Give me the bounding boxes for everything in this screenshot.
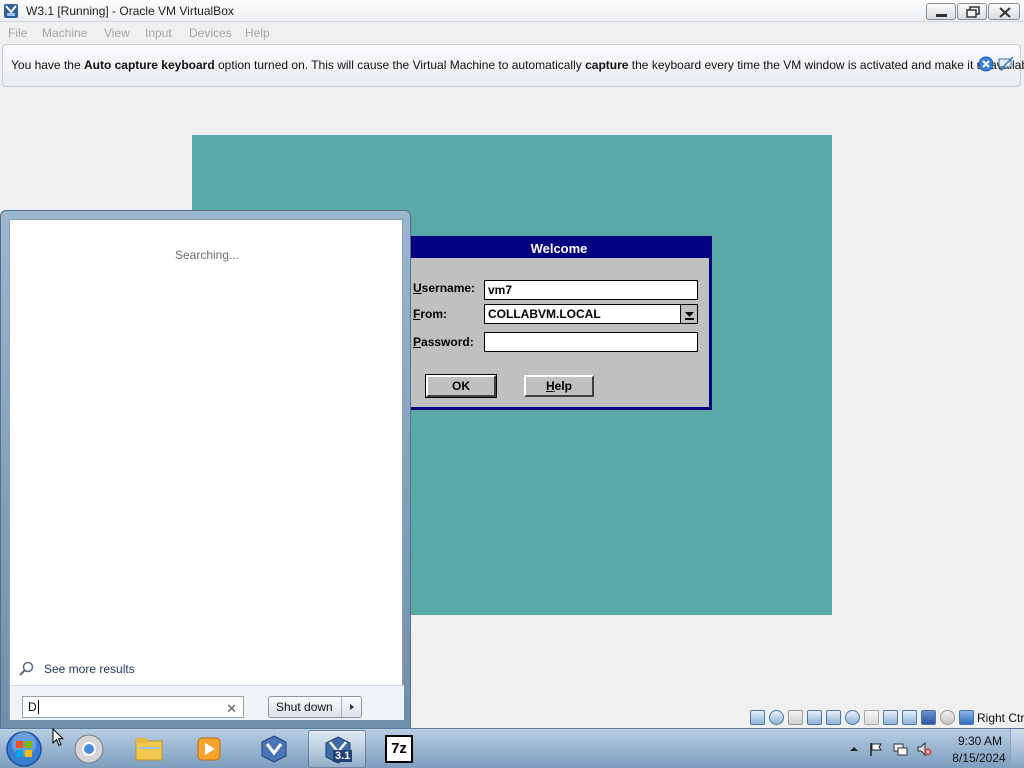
shared-folder-icon[interactable] bbox=[864, 710, 879, 725]
from-dropdown[interactable]: COLLABVM.LOCAL bbox=[484, 304, 698, 324]
dropdown-arrow-icon[interactable] bbox=[680, 305, 697, 323]
host-key-label: Right Ctrl bbox=[977, 711, 1024, 725]
network-tray-icon[interactable] bbox=[892, 741, 908, 757]
shut-down-button[interactable]: Shut down bbox=[268, 696, 362, 718]
taskbar-chrome[interactable] bbox=[60, 730, 118, 768]
auto-capture-notice: You have the Auto capture keyboard optio… bbox=[2, 44, 1024, 87]
mouse-cursor-icon bbox=[52, 728, 64, 747]
volume-muted-icon[interactable] bbox=[916, 741, 932, 757]
from-dropdown-value: COLLABVM.LOCAL bbox=[488, 307, 601, 321]
window-titlebar: W3.1 [Running] - Oracle VM VirtualBox bbox=[0, 0, 1024, 22]
welcome-dialog: Welcome Username: vm7 From: COLLABVM.LOC… bbox=[406, 236, 712, 410]
shut-down-label: Shut down bbox=[276, 700, 333, 714]
search-input-value: D bbox=[28, 700, 37, 714]
minimize-button[interactable] bbox=[926, 3, 956, 20]
vm-w31-badge: 3.1 bbox=[333, 750, 353, 762]
start-search-input[interactable]: D ✕ bbox=[22, 696, 244, 718]
usb-icon[interactable] bbox=[845, 710, 860, 725]
menu-bar: File Machine View Input Devices Help bbox=[0, 22, 1024, 43]
media-player-icon bbox=[197, 737, 221, 761]
restore-icon bbox=[966, 6, 980, 18]
start-menu-bottom-bar: D ✕ Shut down bbox=[10, 685, 404, 720]
taskbar-vm-w31[interactable]: 3.1 bbox=[308, 730, 366, 768]
menu-help[interactable]: Help bbox=[245, 26, 270, 40]
menu-file[interactable]: File bbox=[8, 26, 27, 40]
menu-devices[interactable]: Devices bbox=[189, 26, 232, 40]
menu-input[interactable]: Input bbox=[145, 26, 172, 40]
help-button[interactable]: Help bbox=[524, 375, 594, 397]
menu-machine[interactable]: Machine bbox=[42, 26, 87, 40]
network-icon[interactable] bbox=[826, 710, 841, 725]
ok-button[interactable]: OK bbox=[425, 374, 497, 398]
start-menu-results-panel: Searching... See more results D ✕ Shut d… bbox=[9, 219, 404, 720]
action-center-flag-icon[interactable] bbox=[868, 741, 884, 757]
optical-icon[interactable] bbox=[769, 710, 784, 725]
floppy-icon[interactable] bbox=[788, 710, 803, 725]
chrome-icon bbox=[74, 734, 104, 764]
vbox-status-bar: Right Ctrl bbox=[740, 708, 1024, 728]
magnifier-icon bbox=[19, 661, 34, 676]
taskbar-media-player[interactable] bbox=[180, 730, 238, 768]
username-label: Username: bbox=[413, 281, 476, 295]
7zip-icon: 7z bbox=[385, 735, 413, 763]
close-button[interactable] bbox=[988, 3, 1020, 20]
show-desktop-button[interactable] bbox=[1010, 729, 1024, 768]
show-hidden-icons-icon[interactable] bbox=[846, 741, 862, 757]
see-more-results-text: See more results bbox=[44, 662, 135, 676]
virtualbox-icon bbox=[4, 4, 18, 18]
display-icon[interactable] bbox=[883, 710, 898, 725]
start-button[interactable] bbox=[4, 730, 44, 768]
system-tray: 9:30 AM 8/15/2024 bbox=[840, 729, 1024, 768]
windows-taskbar: 3.1 7z 9:30 AM 8/15/2024 bbox=[0, 728, 1024, 768]
search-status: Searching... bbox=[174, 248, 240, 262]
notice-close-icon[interactable] bbox=[978, 56, 994, 72]
welcome-dialog-title: Welcome bbox=[409, 239, 709, 258]
chevron-right-icon bbox=[350, 704, 354, 710]
video-capture-icon[interactable] bbox=[902, 710, 917, 725]
audio-icon[interactable] bbox=[807, 710, 822, 725]
clock-time[interactable]: 9:30 AM bbox=[950, 734, 1010, 748]
window-title: W3.1 [Running] - Oracle VM VirtualBox bbox=[26, 4, 234, 18]
hdd-icon[interactable] bbox=[750, 710, 765, 725]
taskbar-explorer[interactable] bbox=[120, 730, 178, 768]
notice-mute-icon[interactable] bbox=[997, 56, 1015, 72]
host-key-icon[interactable] bbox=[959, 710, 974, 725]
shut-down-options-arrow[interactable] bbox=[341, 697, 361, 717]
clock-date[interactable]: 8/15/2024 bbox=[944, 751, 1014, 765]
explorer-icon bbox=[135, 738, 163, 761]
vm-icon[interactable] bbox=[921, 710, 936, 725]
password-field[interactable] bbox=[484, 332, 698, 352]
clear-search-icon[interactable]: ✕ bbox=[226, 699, 237, 719]
notice-message: You have the Auto capture keyboard optio… bbox=[11, 58, 1024, 72]
menu-view[interactable]: View bbox=[104, 26, 130, 40]
username-field[interactable]: vm7 bbox=[484, 280, 698, 300]
from-label: From: bbox=[413, 307, 448, 321]
minimize-icon bbox=[936, 14, 947, 17]
mouse-icon[interactable] bbox=[940, 710, 955, 725]
close-icon bbox=[999, 7, 1011, 18]
virtualbox-icon bbox=[261, 735, 287, 763]
taskbar-virtualbox[interactable] bbox=[245, 730, 303, 768]
password-label: Password: bbox=[413, 335, 474, 349]
restore-button[interactable] bbox=[957, 3, 987, 20]
start-menu: Searching... See more results D ✕ Shut d… bbox=[0, 210, 411, 729]
taskbar-7zip[interactable]: 7z bbox=[370, 730, 428, 768]
